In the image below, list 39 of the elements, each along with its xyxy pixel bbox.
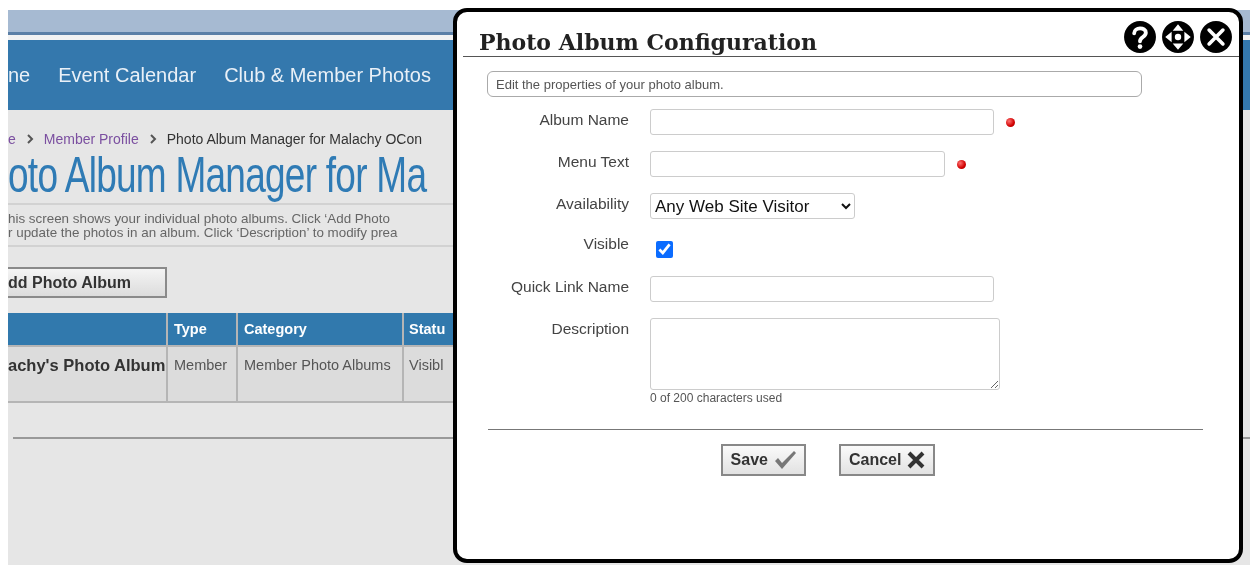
album-name-cell[interactable]: achy's Photo Album: [8, 346, 167, 402]
column-header: Statu: [403, 313, 455, 346]
description-field[interactable]: [650, 318, 1000, 390]
chevron-icon: [25, 133, 34, 144]
breadcrumb-current: Photo Album Manager for Malachy OCon: [166, 130, 422, 147]
breadcrumb-link[interactable]: e: [8, 130, 16, 147]
help-icon[interactable]: [1123, 20, 1157, 54]
field-label: Availability: [555, 194, 629, 213]
page-heading: oto Album Manager for Ma: [8, 147, 427, 203]
check-icon: [772, 450, 797, 470]
field-label: Quick Link Name: [510, 277, 629, 296]
cancel-button[interactable]: Cancel: [838, 444, 936, 476]
field-label: Description: [550, 319, 629, 338]
text-field[interactable]: [650, 109, 994, 135]
availability-dropdown[interactable]: Any Web Site Visitor: [650, 193, 855, 219]
nav-link[interactable]: Event Calendar: [58, 63, 197, 87]
visible-checkbox[interactable]: [656, 241, 673, 258]
breadcrumb-link[interactable]: Member Profile: [43, 130, 139, 147]
add-album-button[interactable]: dd Photo Album: [8, 267, 167, 298]
move-icon[interactable]: [1161, 20, 1195, 54]
table-cell: Member: [167, 346, 237, 402]
dialog-title: Photo Album Configuration: [479, 28, 818, 55]
field-label: Visible: [582, 234, 629, 253]
save-button[interactable]: Save: [720, 444, 806, 476]
intro-text: his screen shows your individual photo albums. Click ‘Add Photo r update the photos in an album. Click ‘Description’ to modify prea: [8, 210, 399, 242]
character-counter: 0 of 200 characters used: [650, 391, 784, 405]
table-cell: Member Photo Albums: [237, 346, 403, 402]
close-icon[interactable]: [1199, 20, 1233, 54]
text-field[interactable]: [650, 276, 994, 302]
x-icon: [906, 450, 927, 470]
field-label: Menu Text: [556, 152, 629, 171]
column-header: Category: [237, 313, 403, 346]
text-field[interactable]: [650, 151, 945, 177]
nav-link[interactable]: ne: [8, 63, 31, 87]
instructions-text: Edit the properties of your photo album.: [487, 71, 1142, 97]
field-label: Album Name: [538, 110, 629, 129]
column-header: Type: [167, 313, 237, 346]
nav-link[interactable]: Club & Member Photos: [224, 63, 431, 87]
chevron-icon: [148, 133, 157, 144]
